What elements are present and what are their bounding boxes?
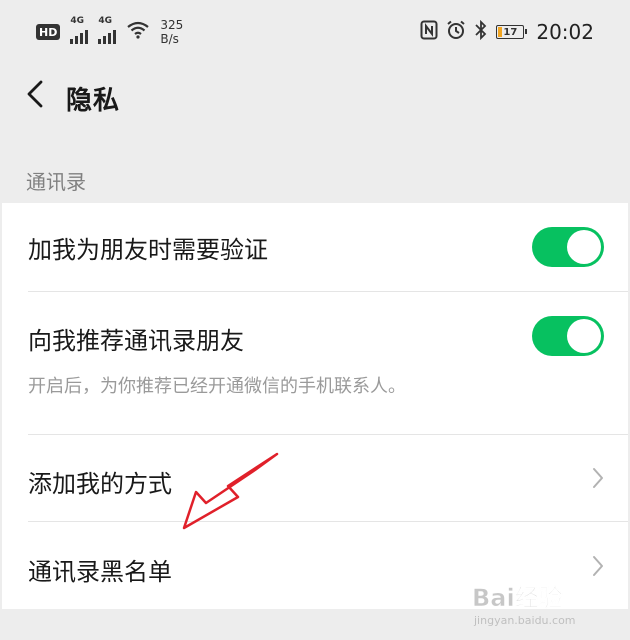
status-bar-right: 17 20:02 (420, 17, 594, 47)
chevron-right-icon (590, 554, 606, 578)
status-bar-left: HD 4G 4G 325 B/s (36, 16, 183, 47)
navigation-bar: 隐私 (0, 64, 630, 130)
verify-friend-toggle[interactable] (532, 227, 604, 267)
setting-row-add-me-methods[interactable]: 添加我的方式 (2, 435, 628, 521)
setting-label: 向我推荐通讯录朋友 (28, 327, 244, 355)
battery-icon: 17 (496, 25, 528, 39)
network-type-label: 4G (70, 16, 84, 26)
chevron-left-icon (26, 79, 44, 113)
wifi-icon (126, 21, 150, 43)
network-type-label: 4G (98, 16, 112, 26)
section-header: 通讯录 (26, 170, 86, 194)
back-button[interactable] (20, 76, 50, 116)
battery-level: 17 (503, 26, 518, 38)
signal-icon: 4G (98, 16, 117, 44)
net-speed: 325 B/s (160, 18, 183, 46)
setting-row-verify-friend[interactable]: 加我为朋友时需要验证 (2, 203, 628, 291)
setting-row-recommend-contacts[interactable]: 向我推荐通讯录朋友 开启后，为你推荐已经开通微信的手机联系人。 (2, 292, 628, 434)
net-speed-value: 325 (160, 18, 184, 32)
status-bar: HD 4G 4G 325 B/s 17 20:02 (0, 0, 630, 64)
setting-label: 加我为朋友时需要验证 (28, 236, 268, 264)
bluetooth-icon (474, 19, 488, 44)
setting-label: 通讯录黑名单 (28, 558, 172, 586)
settings-card: 加我为朋友时需要验证 向我推荐通讯录朋友 开启后，为你推荐已经开通微信的手机联系… (2, 203, 628, 609)
page-title: 隐私 (66, 86, 121, 116)
chevron-right-icon (590, 466, 606, 490)
signal-icon: 4G (70, 16, 89, 44)
net-speed-unit: B/s (160, 32, 179, 46)
alarm-icon (446, 20, 466, 44)
setting-description: 开启后，为你推荐已经开通微信的手机联系人。 (28, 376, 406, 397)
svg-text:jingyan.baidu.com: jingyan.baidu.com (473, 614, 576, 627)
setting-row-contacts-blacklist[interactable]: 通讯录黑名单 (2, 522, 628, 609)
nfc-icon (420, 20, 438, 44)
hd-icon: HD (36, 24, 61, 40)
status-time: 20:02 (536, 20, 594, 44)
toggle-knob (567, 319, 601, 353)
recommend-contacts-toggle[interactable] (532, 316, 604, 356)
setting-label: 添加我的方式 (28, 470, 172, 498)
toggle-knob (567, 230, 601, 264)
privacy-settings-screen: HD 4G 4G 325 B/s 17 20:02 隐私 通讯录 加我为朋友时需… (0, 0, 630, 640)
